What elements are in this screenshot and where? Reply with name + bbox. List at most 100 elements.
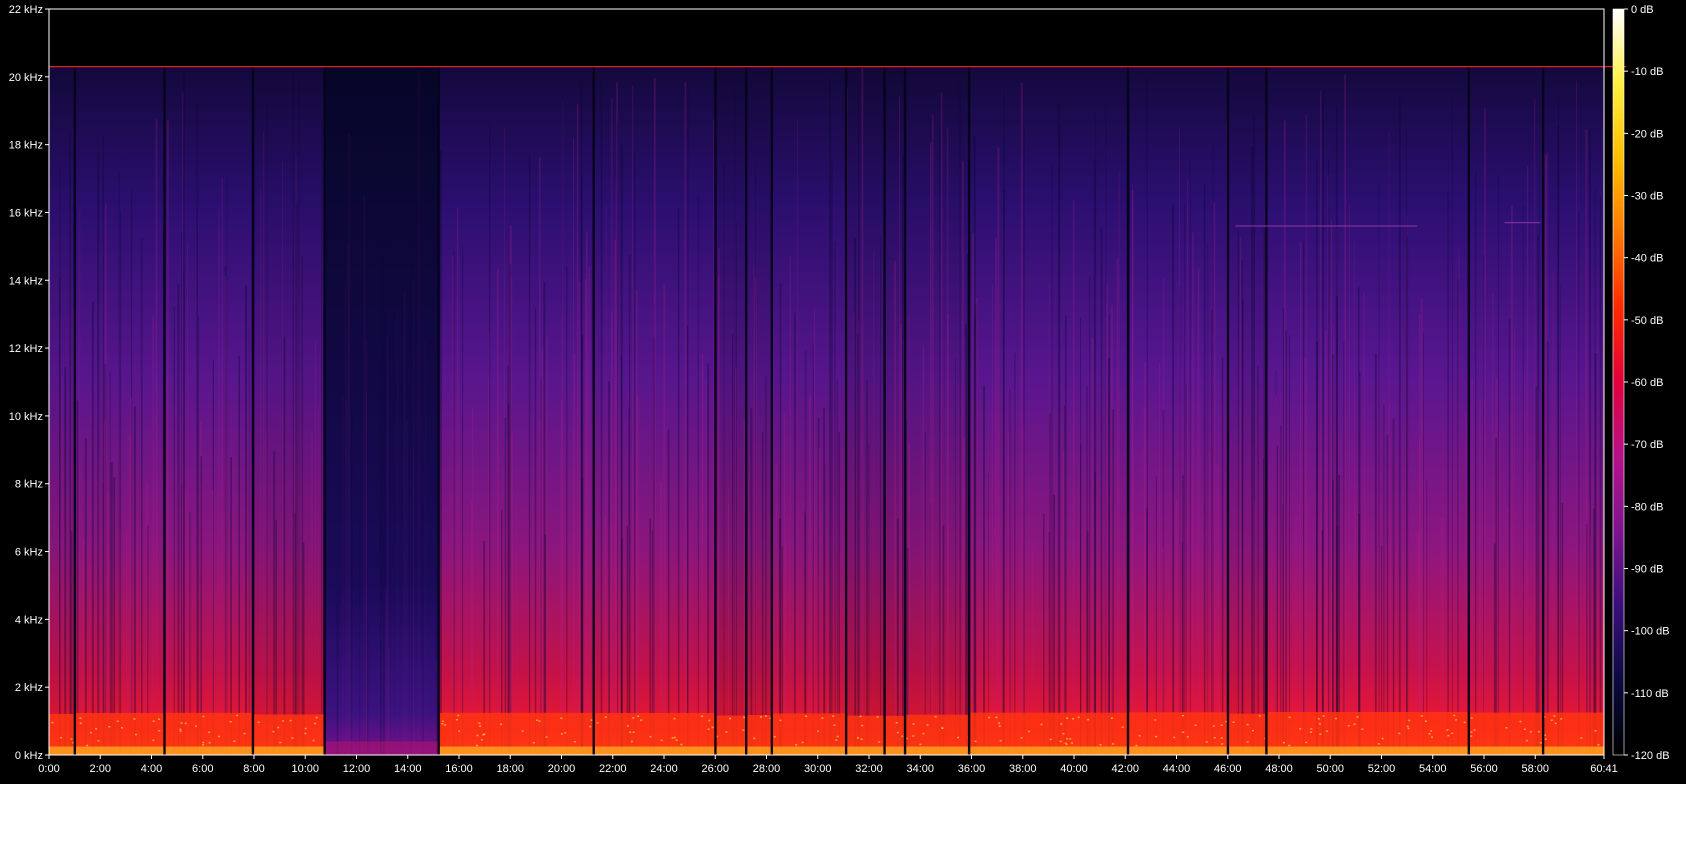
spectrum-segment [49,66,76,756]
bass-band [904,746,969,755]
spectrum-streak [295,157,297,755]
spectrum-streak [488,333,490,755]
spectrum-streak [347,244,349,755]
harmonic-speck [441,723,444,725]
spectrum-band [904,66,969,756]
harmonic-speck [1539,742,1542,744]
track-gap-line [770,66,774,756]
harmonic-speck [895,722,898,724]
harmonic-speck [289,719,292,722]
x-tick-label: 18:00 [496,763,524,775]
spectrum-streak [576,103,579,755]
harmonic-speck [1451,732,1454,734]
harmonic-speck [560,717,563,719]
harmonic-speck [272,730,275,733]
harmonic-speck [998,722,1000,724]
spectrum-streak [453,251,455,755]
spectrum-streak [1159,362,1160,755]
harmonic-speck [1252,729,1254,732]
spectrum-streak [1208,450,1210,755]
harmonic-speck [133,718,136,720]
spectrum-segment [745,66,772,756]
spectrum-streak [403,291,406,755]
spectrum-streak [462,246,464,755]
spectrum-streak [311,432,313,755]
spectrum-streak [1386,434,1389,755]
harmonic-speck [1361,728,1364,730]
spectrum-streak [1522,205,1524,755]
harmonic-speck [760,716,762,718]
spectrum-streak [1289,335,1290,755]
spectrum-streak [637,394,639,755]
spectrum-streak [908,315,910,755]
y-tick-label: 2 kHz [15,682,43,694]
spectrum-streak [292,68,294,755]
spectrum-streak [1211,310,1213,755]
harmonic-speck [532,742,535,744]
spectrum-streak [617,122,618,755]
spectrum-streak [1545,152,1548,755]
harmonic-speck [1220,737,1223,739]
spectrum-streak [866,380,868,755]
spectrum-streak [342,659,344,755]
harmonic-speck [1072,718,1075,720]
spectrum-streak [1451,100,1453,755]
x-tick-label: 54:00 [1419,763,1447,775]
harmonic-speck [878,741,881,743]
harmonic-speck [632,717,635,719]
harmonic-speck [1580,737,1583,739]
spectrum-streak [245,285,247,755]
bass-band [593,746,716,755]
spectrum-streak [1179,128,1180,756]
plot-area [48,8,1626,756]
x-tick-label: 28:00 [753,763,781,775]
spectrum-streak [585,231,588,755]
spectrum-streak [183,273,185,755]
spectrum-streak [197,314,199,755]
spectrum-streak [963,438,965,755]
spectrum-segment [1266,66,1469,756]
spectrum-streak [894,260,896,755]
colorbar-tick-label: -10 dB [1631,66,1663,78]
spectrum-streak [382,243,385,756]
spectrum-streak [97,153,100,755]
harmonic-speck [711,726,714,729]
spectrum-streak [775,462,777,755]
spectrum-streak [667,429,670,755]
harmonic-speck [1430,730,1433,732]
spectrum-streak [413,449,415,755]
spectrum-streak [1527,166,1529,755]
colorbar-tick-label: -90 dB [1631,564,1663,576]
harmonic-speck [564,732,567,734]
harmonic-speck [304,732,307,735]
x-tick-label: 0:00 [38,763,59,775]
spectrum-streak [226,180,228,756]
y-tick-label: 4 kHz [15,614,43,626]
spectrum-streak [1479,399,1481,755]
harmonic-speck [626,725,629,727]
harmonic-speck [1408,719,1411,722]
harmonic-speck [1473,729,1476,731]
x-tick-label: 6:00 [192,763,213,775]
spectrum-streak [1002,189,1005,755]
harmonic-speck [1182,714,1184,717]
spectrum-streak [868,443,870,755]
y-tick-label: 16 kHz [9,207,43,219]
spectrum-streak [1420,298,1423,755]
harmonic-speck [95,728,98,730]
spectrum-streak [1594,189,1596,755]
spectrum-streak [958,384,960,755]
spectrum-streak [61,376,63,755]
harmonic-speck [1319,733,1322,735]
spectrum-streak [743,419,745,755]
x-tick-label: 14:00 [394,763,422,775]
spectrum-streak [1599,197,1602,755]
harmonic-speck [1135,744,1138,747]
spectrum-streak [762,431,764,755]
spectrum-streak [503,127,505,755]
harmonic-speck [1246,723,1249,726]
track-gap-line [744,66,748,756]
spectrum-streak [818,448,821,755]
spectrum-streak [701,353,704,755]
spectrum-streak [1283,120,1286,756]
